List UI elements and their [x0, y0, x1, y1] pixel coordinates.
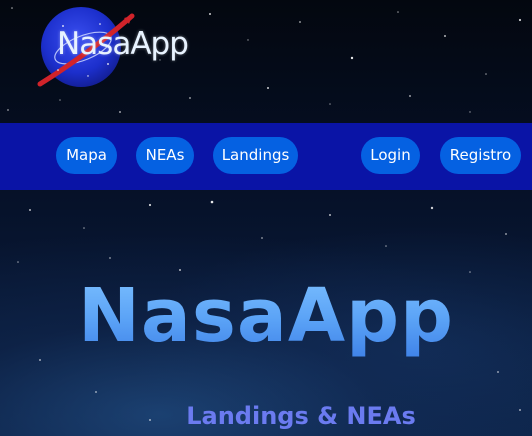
nav-button-login[interactable]: Login [361, 137, 420, 174]
nav-button-registro[interactable]: Registro [440, 137, 521, 174]
nav-button-neas[interactable]: NEAs [136, 137, 194, 174]
nav-bar: Mapa NEAs Landings Login Registro [0, 123, 532, 190]
nav-button-landings[interactable]: Landings [213, 137, 298, 174]
nav-button-mapa[interactable]: Mapa [56, 137, 117, 174]
hero-title: NasaApp [0, 268, 532, 364]
hero-subtitle: Landings & NEAs [186, 402, 416, 430]
hero-title-text: NasaApp [77, 273, 455, 359]
page: NasaApp Mapa NEAs Landings Login Registr… [0, 0, 532, 436]
logo-text: NasaApp [57, 26, 189, 62]
logo[interactable]: NasaApp [28, 4, 189, 90]
header: NasaApp [0, 0, 532, 123]
